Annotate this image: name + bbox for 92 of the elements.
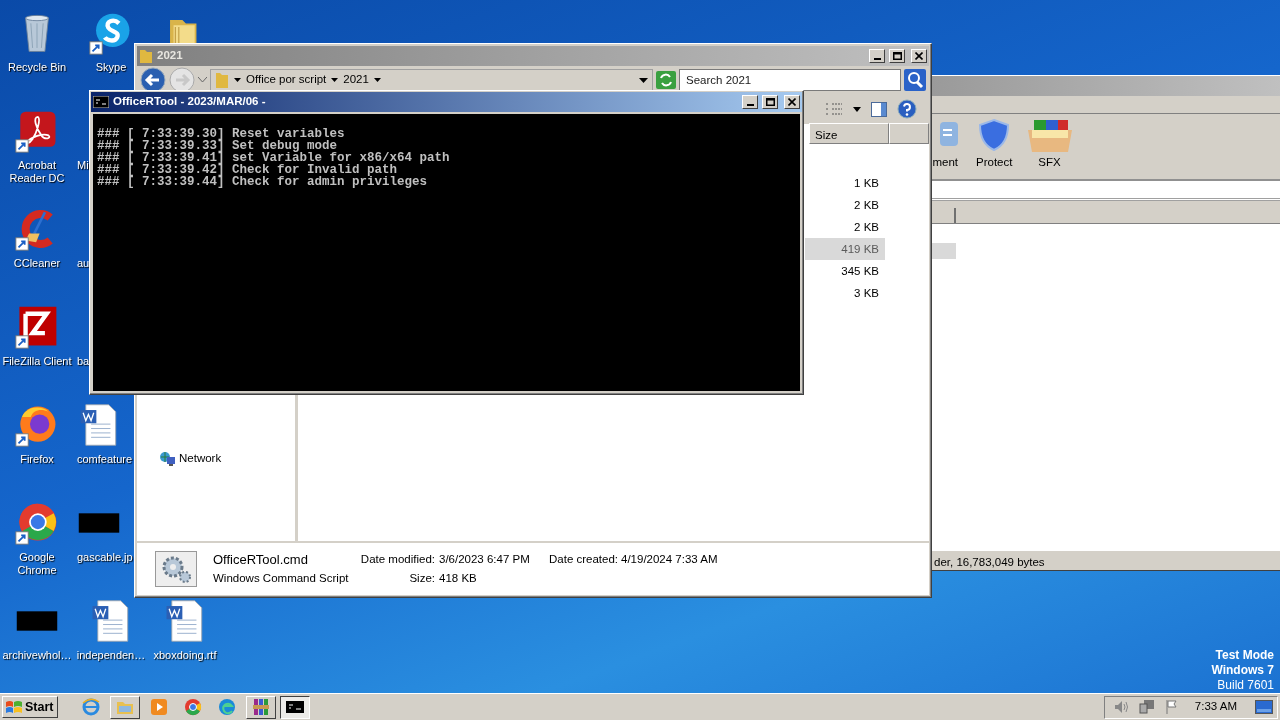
gear-file-icon [155, 551, 197, 587]
chrome-icon [184, 698, 203, 716]
console-line: ### [ 7:33:39.33] Set debug mode [97, 140, 338, 152]
shield-icon[interactable] [978, 117, 1011, 152]
icon-label: Skype [95, 61, 127, 74]
icon-label: FileZilla Client [1, 355, 73, 368]
icon-label: independen… [76, 649, 146, 662]
console-line: ### [ 7:33:39.42] Check for Invalid path [97, 164, 398, 176]
start-button[interactable]: Start [2, 696, 59, 718]
minimize-button[interactable] [742, 95, 758, 109]
breadcrumb-link[interactable]: 2021 [343, 71, 369, 89]
toolbar-label[interactable]: SFX [1038, 153, 1061, 171]
detail-label: Date created: [549, 551, 620, 567]
minimize-icon [746, 104, 754, 106]
maximize-button[interactable] [762, 95, 778, 109]
caret-icon[interactable] [331, 78, 339, 82]
console-line: ### [ 7:33:39.44] Check for admin privileges [97, 176, 429, 188]
column-header[interactable] [889, 123, 929, 144]
console-icon [93, 96, 109, 108]
icon-label: Acrobat Reader DC [8, 159, 66, 185]
minimize-button[interactable] [869, 49, 885, 63]
caret-icon[interactable] [234, 78, 241, 82]
folder-icon [139, 48, 153, 64]
file-size-cell[interactable]: 1 KB [805, 172, 885, 194]
window-title: OfficeRTool - 2023/MAR/06 - [113, 94, 267, 110]
file-type: Windows Command Script [213, 570, 347, 586]
console-line: ### [ 7:33:39.30] Reset variables [97, 128, 346, 140]
icon-label: comfeature [77, 453, 133, 466]
help-icon[interactable] [897, 99, 917, 119]
close-icon [915, 52, 923, 60]
close-icon [788, 98, 796, 106]
icon-label: CCleaner [13, 257, 61, 270]
icon-label: xboxdoing.rtf [153, 649, 217, 662]
caret-icon[interactable] [853, 106, 861, 112]
nav-item[interactable]: Network [179, 450, 222, 468]
show-desktop-button[interactable] [1255, 700, 1273, 714]
breadcrumb-link[interactable]: Office por script [246, 71, 327, 89]
filezilla-icon[interactable] [15, 305, 59, 349]
window-title: 2021 [157, 48, 184, 64]
detail-value: 4/19/2024 7:33 AM [621, 551, 719, 567]
maximize-icon [765, 98, 775, 106]
toolbar-label[interactable]: Protect [976, 153, 1013, 171]
system-text: Test Mode [1214, 648, 1274, 663]
icon-label: gascable.jp [77, 551, 133, 564]
flag-icon[interactable] [1164, 699, 1179, 715]
toolbar-label[interactable]: ment [932, 153, 958, 171]
detail-label: Date modified: [359, 551, 436, 567]
icon-label: ba [77, 355, 90, 368]
address-bar[interactable]: Office por script 2021 [210, 69, 653, 91]
maximize-icon [892, 52, 902, 60]
detail-value: 418 KB [439, 570, 478, 586]
icon-label: Mi [77, 159, 89, 172]
detail-label: Size: [408, 570, 436, 586]
close-button[interactable] [784, 95, 800, 109]
icon-label: Firefox [20, 453, 54, 466]
system-text: Build 7601 [1216, 678, 1274, 693]
windows-logo-icon [5, 699, 23, 715]
file-name: OfficeRTool.cmd [213, 550, 309, 569]
clock[interactable]: 7:33 AM [1194, 698, 1237, 716]
maximize-button[interactable] [889, 49, 905, 63]
file-size-cell[interactable]: 2 KB [805, 216, 885, 238]
file-size-cell[interactable]: 345 KB [805, 260, 885, 282]
file-size-cell[interactable]: 419 KB [805, 238, 885, 260]
file-size-cell[interactable]: 2 KB [805, 194, 885, 216]
detail-value: 3/6/2023 6:47 PM [439, 551, 531, 567]
icon-label: Google Chrome [16, 551, 58, 577]
browser-icon [82, 698, 101, 716]
search-button[interactable] [904, 69, 926, 91]
system-text: Windows 7 [1211, 663, 1274, 678]
icon-label: archivewhol… [2, 649, 72, 662]
close-button[interactable] [911, 49, 927, 63]
preview-pane-icon[interactable] [871, 101, 887, 117]
file-size-cell[interactable]: 3 KB [805, 282, 885, 304]
icon-label: Recycle Bin [6, 61, 68, 74]
archive-books-icon [252, 698, 271, 716]
minimize-icon [873, 58, 881, 60]
network-icon [159, 451, 176, 467]
console-icon [286, 698, 305, 716]
taskbar-button[interactable] [280, 695, 311, 719]
folder-icon [215, 71, 229, 89]
media-player-icon [150, 698, 169, 716]
refresh-button[interactable] [656, 71, 676, 89]
chrome-icon[interactable] [15, 501, 59, 545]
column-header[interactable]: Size [809, 123, 889, 144]
network-icon[interactable] [1138, 699, 1155, 715]
edge-icon [218, 698, 237, 716]
search-field[interactable]: Search 2021 [679, 69, 901, 91]
dropdown-icon[interactable] [639, 77, 648, 83]
caret-icon[interactable] [373, 78, 381, 82]
console-line: ### [ 7:33:39.41] set Variable for x86/x64 path [97, 152, 451, 164]
status-bar-text: der, 16,783,049 bytes [932, 550, 1280, 570]
icon-label: au [77, 257, 90, 270]
